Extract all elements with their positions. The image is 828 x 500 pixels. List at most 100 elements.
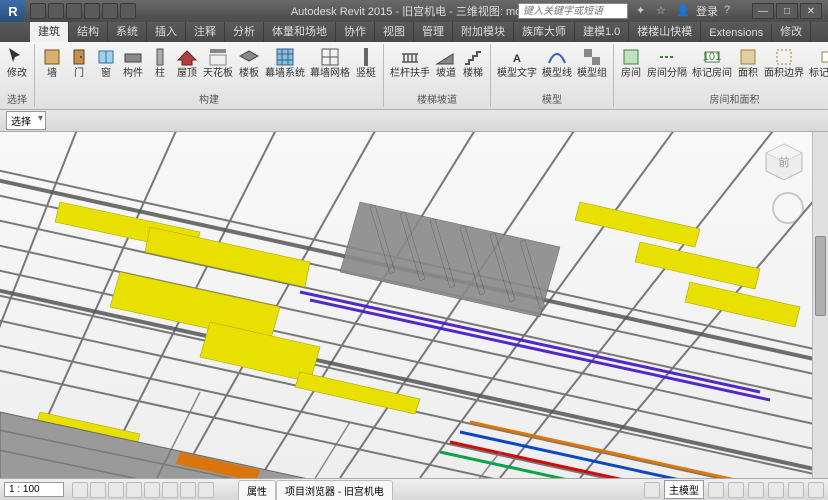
qat-open-icon[interactable] — [30, 3, 46, 19]
ribbon-btn-label: 屋顶 — [177, 69, 197, 79]
ribbon-tab-楼楼山快模[interactable]: 楼楼山快模 — [629, 20, 701, 42]
select-links-icon[interactable] — [708, 482, 724, 498]
ribbon-group-选择: 修改选择 — [0, 44, 35, 107]
search-input[interactable] — [518, 3, 628, 19]
hide-isolate-icon[interactable] — [180, 482, 196, 498]
ribbon-btn-墙[interactable]: 墙 — [39, 45, 65, 90]
ribbon-group-label: 房间和面积 — [710, 90, 760, 107]
ribbon-btn-柱[interactable]: 柱 — [147, 45, 173, 90]
ribbon-btn-幕墙网格[interactable]: 幕墙网格 — [308, 45, 352, 90]
ribbon-tab-修改[interactable]: 修改 — [772, 20, 811, 42]
workset-icon[interactable] — [644, 482, 660, 498]
ribbon-btn-天花板[interactable]: 天花板 — [201, 45, 235, 90]
ribbon-tab-注释[interactable]: 注释 — [186, 20, 225, 42]
ribbon-btn-竖梃[interactable]: 竖梃 — [353, 45, 379, 90]
ribbon-btn-幕墙系统[interactable]: 幕墙系统 — [263, 45, 307, 90]
scrollbar-thumb[interactable] — [815, 236, 826, 316]
ribbon-btn-label: 楼梯 — [463, 69, 483, 79]
maximize-button[interactable]: □ — [776, 3, 798, 19]
panel-tabs: 属性项目浏览器 - 旧宫机电 — [238, 480, 393, 500]
ribbon-tab-建筑[interactable]: 建筑 — [30, 20, 69, 42]
options-selector[interactable]: 选择 — [6, 111, 46, 130]
ribbon-btn-面积边界[interactable]: 面积边界 — [762, 45, 806, 90]
qat-print-icon[interactable] — [102, 3, 118, 19]
status-bar: 1 : 100 属性项目浏览器 - 旧宫机电 主模型 — [0, 478, 828, 500]
ribbon-btn-模型线[interactable]: 模型线 — [540, 45, 574, 90]
ribbon-btn-楼板[interactable]: 楼板 — [236, 45, 262, 90]
crop-view-icon[interactable] — [144, 482, 160, 498]
ribbon-tab-建模1.0[interactable]: 建模1.0 — [575, 20, 629, 42]
quick-access-toolbar — [30, 3, 136, 19]
view-scale[interactable]: 1 : 100 — [4, 482, 64, 497]
subscription-icon[interactable]: ✦ — [636, 4, 650, 18]
drag-elements-icon[interactable] — [788, 482, 804, 498]
reveal-hidden-icon[interactable] — [198, 482, 214, 498]
qat-save-icon[interactable] — [48, 3, 64, 19]
ribbon-tab-插入[interactable]: 插入 — [147, 20, 186, 42]
area-icon — [737, 46, 759, 68]
ribbon-btn-门[interactable]: 门 — [66, 45, 92, 90]
ribbon-tab-协作[interactable]: 协作 — [336, 20, 375, 42]
model-canvas[interactable] — [0, 132, 828, 478]
select-face-icon[interactable] — [768, 482, 784, 498]
ribbon-btn-标记面积[interactable]: 标记面积 — [807, 45, 828, 90]
ribbon-tab-Extensions[interactable]: Extensions — [701, 24, 772, 42]
help-icon[interactable]: ? — [724, 4, 738, 18]
roomtag-icon: 101 — [701, 46, 723, 68]
ribbon-btn-label: 构件 — [123, 69, 143, 79]
detail-level-icon[interactable] — [72, 482, 88, 498]
ribbon-btn-坡道[interactable]: 坡道 — [433, 45, 459, 90]
window-icon — [95, 46, 117, 68]
ribbon-btn-修改[interactable]: 修改 — [4, 45, 30, 90]
qat-measure-icon[interactable] — [120, 3, 136, 19]
exchange-icon[interactable]: ☆ — [656, 4, 670, 18]
ribbon-btn-屋顶[interactable]: 屋顶 — [174, 45, 200, 90]
design-options-selector[interactable]: 主模型 — [664, 480, 704, 499]
ribbon-btn-模型文字[interactable]: A模型文字 — [495, 45, 539, 90]
ribbon-btn-房间[interactable]: 房间 — [618, 45, 644, 90]
ribbon-tab-附加模块[interactable]: 附加模块 — [453, 20, 514, 42]
panel-tab[interactable]: 项目浏览器 - 旧宫机电 — [276, 480, 393, 500]
vertical-scrollbar[interactable] — [812, 132, 828, 478]
ribbon-btn-label: 标记面积 — [809, 69, 828, 79]
ribbon-btn-label: 面积边界 — [764, 69, 804, 79]
select-underlay-icon[interactable] — [728, 482, 744, 498]
minimize-button[interactable]: — — [752, 3, 774, 19]
qat-redo-icon[interactable] — [84, 3, 100, 19]
close-button[interactable]: ✕ — [800, 3, 822, 19]
ribbon-btn-楼梯[interactable]: 楼梯 — [460, 45, 486, 90]
sun-path-icon[interactable] — [108, 482, 124, 498]
visual-style-icon[interactable] — [90, 482, 106, 498]
ribbon-tab-视图[interactable]: 视图 — [375, 20, 414, 42]
ribbon-tab-族库大师[interactable]: 族库大师 — [514, 20, 575, 42]
ribbon-tab-管理[interactable]: 管理 — [414, 20, 453, 42]
ribbon-btn-面积[interactable]: 面积 — [735, 45, 761, 90]
ribbon-tab-结构[interactable]: 结构 — [69, 20, 108, 42]
select-pinned-icon[interactable] — [748, 482, 764, 498]
app-menu-button[interactable]: R — [0, 0, 26, 22]
view-cube[interactable]: 前 — [762, 140, 806, 184]
model-viewport[interactable]: 前 — [0, 132, 828, 478]
shadows-icon[interactable] — [126, 482, 142, 498]
ribbon-tab-分析[interactable]: 分析 — [225, 20, 264, 42]
ribbon-btn-房间分隔[interactable]: 房间分隔 — [645, 45, 689, 90]
room-icon — [620, 46, 642, 68]
user-icon[interactable]: 👤 — [676, 4, 690, 18]
ribbon-btn-窗[interactable]: 窗 — [93, 45, 119, 90]
ribbon-btn-构件[interactable]: 构件 — [120, 45, 146, 90]
ribbon-tab-系统[interactable]: 系统 — [108, 20, 147, 42]
ribbon-tab-体量和场地[interactable]: 体量和场地 — [264, 20, 336, 42]
ribbon-btn-栏杆扶手[interactable]: 栏杆扶手 — [388, 45, 432, 90]
login-button[interactable]: 登录 — [696, 3, 718, 19]
ribbon-btn-模型组[interactable]: 模型组 — [575, 45, 609, 90]
filter-icon[interactable] — [808, 482, 824, 498]
ribbon-group-label: 模型 — [542, 90, 562, 107]
crop-region-icon[interactable] — [162, 482, 178, 498]
nav-wheel-icon[interactable] — [772, 192, 804, 224]
column-icon — [149, 46, 171, 68]
panel-tab[interactable]: 属性 — [238, 480, 276, 500]
ribbon-btn-标记房间[interactable]: 101标记房间 — [690, 45, 734, 90]
window-title: Autodesk Revit 2015 - 旧宫机电 - 三维视图: moren — [291, 3, 537, 19]
qat-undo-icon[interactable] — [66, 3, 82, 19]
ribbon: 修改选择墙门窗构件柱屋顶天花板楼板幕墙系统幕墙网格竖梃构建栏杆扶手坡道楼梯楼梯坡… — [0, 42, 828, 110]
